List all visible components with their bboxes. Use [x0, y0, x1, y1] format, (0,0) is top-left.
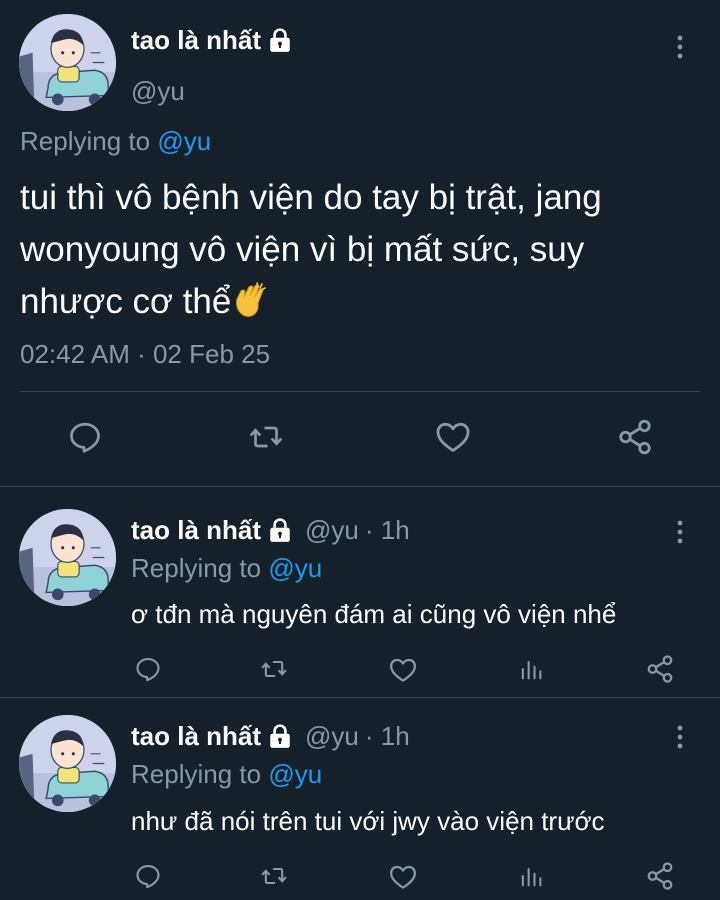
lock-icon [267, 518, 293, 544]
lock-icon [267, 724, 293, 750]
tweet-text-line: tui thì vô bệnh viện do tay bị trật, jan… [20, 178, 602, 217]
replying-to-mention[interactable]: @yu [268, 759, 322, 789]
reply-text: ơ tđn mà nguyên đám ai cũng vô viện nhể [131, 599, 617, 629]
views-icon [517, 862, 545, 890]
display-name[interactable]: tao là nhất [131, 25, 293, 56]
share-button[interactable] [645, 654, 675, 684]
share-icon [645, 654, 675, 684]
heart-icon [434, 418, 472, 456]
reply-icon [67, 419, 103, 455]
replying-to: Replying to @yu [131, 759, 322, 790]
clapping-hands-emoji-icon [231, 281, 271, 321]
user-handle[interactable]: @yu [305, 721, 359, 752]
retweet-button[interactable] [258, 862, 290, 890]
replying-to: Replying to @yu [20, 126, 211, 157]
user-handle[interactable]: @yu [131, 76, 185, 107]
views-button[interactable] [517, 655, 545, 683]
reply-header: tao là nhất @yu · 1h [131, 721, 410, 752]
replying-to: Replying to @yu [131, 553, 322, 584]
reply-header: tao là nhất @yu · 1h [131, 515, 410, 546]
reply-button[interactable] [134, 655, 162, 683]
share-button[interactable] [645, 861, 675, 891]
tweet-text-line: wonyoung vô viện vì bị mất sức, suy [20, 230, 585, 269]
tweet-timestamp[interactable]: 02:42 AM · 02 Feb 25 [20, 339, 270, 370]
heart-icon [388, 655, 418, 685]
retweet-button[interactable] [246, 419, 286, 455]
tweet-thread-page: tao là nhất @yu Replying to @yu tui thì … [0, 0, 720, 900]
main-tweet: tao là nhất @yu Replying to @yu tui thì … [0, 0, 720, 486]
retweet-button[interactable] [258, 655, 290, 683]
lock-icon [267, 28, 293, 54]
reply-button[interactable] [67, 419, 103, 455]
reply-time[interactable]: · 1h [365, 515, 410, 546]
reply-icon [134, 862, 162, 890]
user-handle[interactable]: @yu [305, 515, 359, 546]
replying-to-mention[interactable]: @yu [268, 553, 322, 583]
reply-tweet[interactable]: tao là nhất @yu · 1h Replying to @yu ơ t… [0, 487, 720, 697]
reply-icon [134, 655, 162, 683]
reply-tweet[interactable]: tao là nhất @yu · 1h Replying to @yu như… [0, 698, 720, 900]
retweet-icon [258, 862, 290, 890]
tweet-text: tui thì vô bệnh viện do tay bị trật, jan… [20, 172, 700, 328]
reply-button[interactable] [134, 862, 162, 890]
avatar[interactable] [19, 715, 116, 812]
display-name[interactable]: tao là nhất [131, 515, 261, 546]
more-options-icon[interactable] [668, 517, 692, 547]
retweet-icon [258, 655, 290, 683]
more-options-icon[interactable] [668, 32, 692, 62]
reply-time[interactable]: · 1h [365, 721, 410, 752]
views-icon [517, 655, 545, 683]
views-button[interactable] [517, 862, 545, 890]
share-icon [645, 861, 675, 891]
heart-icon [388, 862, 418, 892]
avatar[interactable] [19, 14, 116, 111]
share-button[interactable] [616, 418, 654, 456]
replying-to-label: Replying to [131, 759, 262, 789]
share-icon [616, 418, 654, 456]
replying-to-label: Replying to [20, 126, 151, 156]
display-name[interactable]: tao là nhất [131, 721, 261, 752]
tweet-text-line-content: nhược cơ thể [20, 282, 232, 321]
avatar[interactable] [19, 509, 116, 606]
display-name-text: tao là nhất [131, 25, 262, 55]
tweet-text-line: nhược cơ thể [20, 276, 700, 328]
retweet-icon [246, 419, 286, 455]
more-options-icon[interactable] [668, 722, 692, 752]
like-button[interactable] [434, 418, 472, 456]
like-button[interactable] [388, 862, 418, 892]
reply-text: như đã nói trên tui với jwy vào viện trư… [131, 806, 605, 836]
replying-to-label: Replying to [131, 553, 262, 583]
replying-to-mention[interactable]: @yu [157, 126, 211, 156]
divider [20, 391, 700, 392]
like-button[interactable] [388, 655, 418, 685]
